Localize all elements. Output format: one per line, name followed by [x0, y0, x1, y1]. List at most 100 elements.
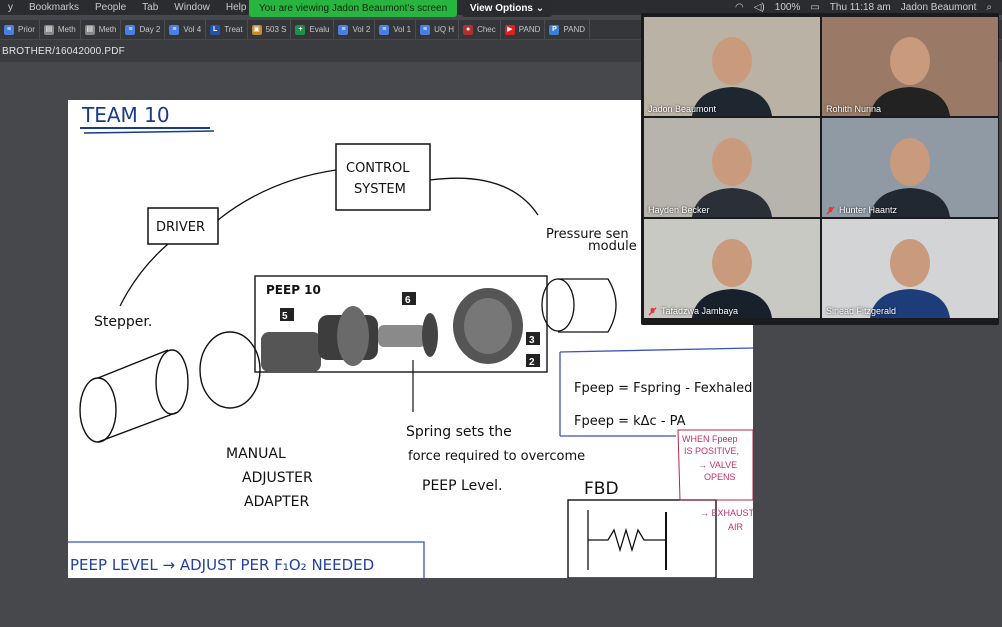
participant-name: Jadon Beaumont	[648, 104, 717, 114]
current-user[interactable]: Jadon Beaumont	[901, 2, 977, 13]
doc-icon: ≡	[420, 24, 431, 35]
wifi-icon[interactable]: ◠	[735, 2, 744, 13]
participant-name: Hayden Becker	[648, 205, 710, 215]
control-label-2: SYSTEM	[354, 182, 406, 197]
menu-item-people[interactable]: People	[87, 2, 134, 13]
menu-item-bookmarks[interactable]: Bookmarks	[21, 2, 87, 13]
video-feed	[822, 219, 998, 318]
video-gallery: Jadon Beaumont Rohith Nunna Hayden Becker H…	[641, 13, 999, 325]
bookmark-item[interactable]: ≡ Vol 4	[165, 20, 207, 39]
video-feed	[644, 118, 820, 217]
bookmark-item[interactable]: ≡ Prior	[0, 20, 40, 39]
image-icon: ▣	[251, 24, 262, 35]
spring-note-1: Spring sets the	[406, 424, 512, 440]
bookmark-label: UQ H	[434, 25, 455, 34]
muted-mic-icon	[826, 205, 835, 215]
muted-mic-icon	[648, 306, 657, 316]
clock[interactable]: Thu 11:18 am	[830, 2, 891, 13]
doc-icon: ≡	[338, 24, 349, 35]
menu-item-window[interactable]: Window	[166, 2, 218, 13]
peep-title: PEEP 10	[266, 283, 321, 297]
search-icon[interactable]: ⌕	[986, 2, 992, 13]
bookmark-label: Treat	[224, 25, 243, 34]
red-note-1: WHEN Fpeep	[682, 434, 738, 444]
red-note-4: OPENS	[704, 472, 736, 482]
bookmark-item[interactable]: ▤ Meth	[81, 20, 122, 39]
bookmark-item[interactable]: L Treat	[206, 20, 248, 39]
red-note-3: → VALVE	[698, 460, 737, 470]
battery-icon[interactable]: ▭	[810, 2, 819, 13]
video-feed	[644, 17, 820, 116]
bottom-note: PEEP LEVEL → ADJUST PER F₁O₂ NEEDED	[70, 556, 374, 574]
bookmark-item[interactable]: ▤ Meth	[40, 20, 81, 39]
fbd-label: FBD	[584, 479, 619, 499]
bookmark-item[interactable]: ▶ PAND	[501, 20, 546, 39]
bookmark-label: Vol 4	[183, 25, 202, 34]
participant-tile[interactable]: Hayden Becker	[644, 118, 820, 217]
circle-icon: ●	[463, 24, 474, 35]
l-icon: L	[210, 24, 221, 35]
bookmark-item[interactable]: ● Chec	[459, 20, 501, 39]
youtube-icon: ▶	[504, 24, 515, 35]
menu-item-tab[interactable]: Tab	[134, 2, 166, 13]
control-label-1: CONTROL	[346, 161, 410, 176]
doc-icon: ≡	[379, 24, 390, 35]
volume-icon[interactable]: ◁)	[754, 2, 765, 13]
bookmark-item[interactable]: + Evalu	[291, 20, 335, 39]
participant-name: Rohith Nunna	[826, 104, 882, 114]
bookmark-item[interactable]: ≡ UQ H	[416, 20, 460, 39]
bookmark-item[interactable]: ≡ Vol 2	[334, 20, 376, 39]
participant-tile[interactable]: Jadon Beaumont	[644, 17, 820, 116]
red-note-6: AIR	[728, 522, 744, 532]
participant-tile[interactable]: Sinead Fitzgerald	[822, 219, 998, 318]
participant-name: Tafadzwa Jambaya	[661, 306, 739, 316]
participant-name-label: Tafadzwa Jambaya	[648, 306, 738, 316]
bookmark-item[interactable]: P PAND	[545, 20, 591, 39]
callout-3: 3	[529, 335, 535, 346]
participant-name-label: Sinead Fitzgerald	[826, 306, 896, 316]
red-note-2: IS POSITIVE,	[684, 446, 739, 456]
spring-note-3: PEEP Level.	[422, 478, 502, 494]
doc-icon: ≡	[4, 24, 14, 35]
stepper-label: Stepper.	[94, 314, 152, 330]
callout-6: 6	[405, 295, 411, 306]
bookmark-item[interactable]: ≡ Vol 1	[375, 20, 417, 39]
participant-name: Hunter Haantz	[839, 205, 898, 215]
video-feed	[822, 118, 998, 217]
spring-note-2: force required to overcome	[408, 449, 585, 464]
bookmark-label: Day 2	[139, 25, 161, 34]
page-icon: ▤	[84, 24, 95, 35]
bookmark-item[interactable]: ▣ 503 S	[248, 20, 292, 39]
manual-label-3: ADAPTER	[244, 494, 310, 510]
pressure-label-2: module	[588, 239, 637, 254]
callout-2: 2	[529, 357, 535, 368]
team-title: TEAM 10	[81, 103, 170, 127]
view-options-button[interactable]: View Options ⌄	[462, 0, 552, 17]
equation-2: Fpeep = kΔc - PA	[574, 414, 686, 429]
participant-name: Sinead Fitzgerald	[826, 306, 897, 316]
participant-tile[interactable]: Rohith Nunna	[822, 17, 998, 116]
bookmark-label: PAND	[518, 25, 541, 34]
bookmark-label: Vol 1	[393, 25, 412, 34]
manual-label-1: MANUAL	[226, 446, 286, 462]
manual-label-2: ADJUSTER	[242, 470, 313, 486]
callout-5: 5	[282, 311, 288, 322]
battery-percent: 100%	[774, 2, 801, 13]
bookmark-label: Chec	[477, 25, 496, 34]
bookmark-label: Meth	[98, 25, 117, 34]
participant-tile[interactable]: Tafadzwa Jambaya	[644, 219, 820, 318]
video-feed	[822, 17, 998, 116]
bookmark-label: Vol 2	[352, 25, 371, 34]
page-icon: ▤	[43, 24, 54, 35]
file-path: BROTHER/16042000.PDF	[2, 45, 125, 57]
bookmark-label: Evalu	[309, 25, 330, 34]
plus-icon: +	[295, 24, 306, 35]
menu-item-0[interactable]: y	[0, 2, 21, 13]
red-note-5: → EXHAUST	[700, 508, 753, 518]
participant-name-label: Hunter Haantz	[826, 205, 897, 215]
bookmark-label: PAND	[563, 25, 586, 34]
participant-name-label: Rohith Nunna	[826, 104, 881, 114]
bookmark-item[interactable]: ≡ Day 2	[121, 20, 166, 39]
bookmark-label: Prior	[18, 25, 35, 34]
participant-tile[interactable]: Hunter Haantz	[822, 118, 998, 217]
